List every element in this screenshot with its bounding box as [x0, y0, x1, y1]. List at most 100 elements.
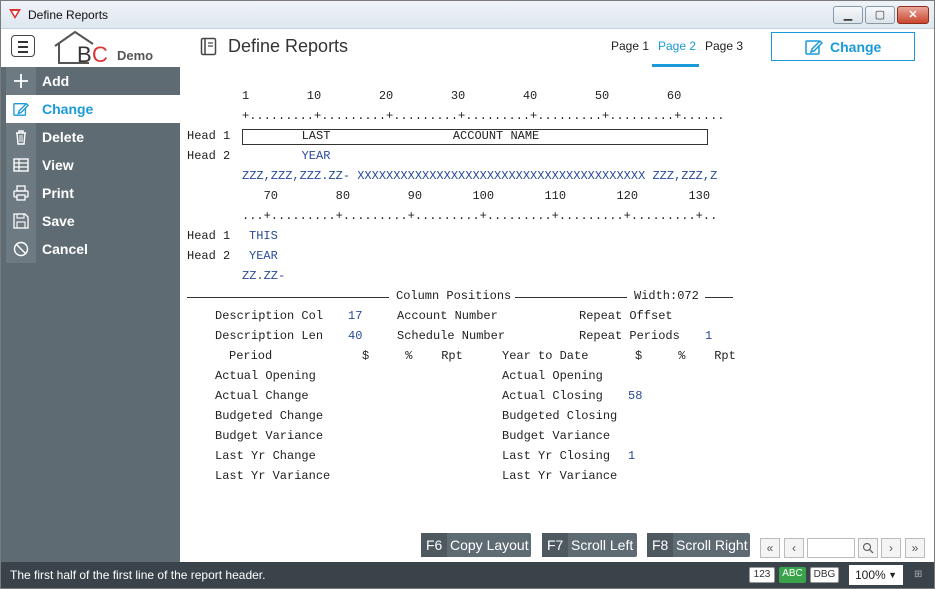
sidebar-item-cancel[interactable]: Cancel	[6, 235, 180, 263]
sidebar-item-change[interactable]: Change	[6, 95, 180, 123]
search-button[interactable]	[858, 538, 878, 558]
head-1-value: LAST ACCOUNT NAME	[244, 129, 540, 143]
maximize-icon: ▢	[874, 9, 886, 21]
function-key-text: Copy Layout	[450, 537, 529, 553]
period-row-label: Actual Opening	[215, 369, 316, 383]
app-header: B C Demo Define Reports Page 1 Page 2 Pa…	[1, 29, 934, 67]
logo-c: C	[92, 42, 108, 65]
house-logo-icon: B C	[54, 30, 108, 67]
sidebar-item-label: Delete	[42, 129, 85, 145]
sidebar-item-label: View	[42, 157, 74, 173]
maximize-button[interactable]: ▢	[865, 6, 895, 24]
tab-page-2[interactable]: Page 2	[658, 39, 696, 53]
chevron-left-icon: ‹	[792, 541, 796, 555]
column-ruler-ticks: +.........+.........+.........+.........…	[242, 109, 725, 123]
double-chevron-left-icon: «	[766, 541, 774, 555]
book-icon	[200, 37, 217, 56]
sidebar-item-label: Change	[42, 101, 94, 117]
change-mode-button[interactable]: Change	[771, 32, 915, 61]
cancel-icon	[13, 241, 29, 257]
scroll-right-button[interactable]: F8 Scroll Right	[647, 533, 750, 557]
company-logo: B C Demo	[53, 29, 173, 67]
menu-icon	[18, 41, 28, 43]
sidebar-item-save[interactable]: Save	[6, 207, 180, 235]
function-key-label: F7	[542, 533, 569, 557]
chevron-down-icon: ▼	[888, 570, 897, 580]
description-col-label: Description Col	[215, 309, 324, 323]
search-icon	[862, 542, 874, 554]
scroll-left-button[interactable]: F7 Scroll Left	[542, 533, 637, 557]
sidebar-item-label: Print	[42, 185, 74, 201]
repeat-periods-value[interactable]: 1	[705, 329, 712, 343]
ytd-row-label: Actual Closing	[502, 389, 603, 403]
repeat-periods-label: Repeat Periods	[579, 329, 680, 343]
double-chevron-right-icon: »	[911, 541, 919, 555]
function-key-label: F6	[421, 533, 448, 557]
head-2-value[interactable]: YEAR	[244, 149, 331, 163]
description-len-value[interactable]: 40	[348, 329, 362, 343]
printer-icon	[13, 185, 29, 201]
ytd-row-label: Budget Variance	[502, 429, 611, 443]
sidebar-item-delete[interactable]: Delete	[6, 123, 180, 151]
account-number-label: Account Number	[397, 309, 498, 323]
previous-record-button[interactable]: ‹	[784, 538, 804, 558]
logo-demo-label: Demo	[117, 48, 154, 63]
period-row-label: Budget Variance	[215, 429, 324, 443]
sidebar-item-label: Cancel	[42, 241, 88, 257]
plus-icon	[14, 74, 28, 88]
head-1-label: Head 1	[187, 129, 231, 143]
last-record-button[interactable]: »	[905, 538, 925, 558]
tab-page-3[interactable]: Page 3	[705, 39, 743, 53]
description-col-value[interactable]: 17	[348, 309, 362, 323]
edit-icon	[13, 102, 29, 116]
menu-button[interactable]	[11, 35, 35, 57]
trash-icon	[16, 130, 26, 145]
column-ruler-ticks-2: ...+.........+.........+.........+......…	[242, 209, 718, 223]
next-record-button[interactable]: ›	[881, 538, 901, 558]
head-2-label: Head 2	[187, 149, 231, 163]
ytd-header: Year to Date	[502, 349, 589, 363]
function-key-text: Scroll Right	[676, 537, 748, 553]
debug-badge[interactable]: DBG	[810, 567, 839, 583]
function-key-text: Scroll Left	[571, 537, 634, 553]
sample-print-line: ZZZ,ZZZ,ZZZ.ZZ- XXXXXXXXXXXXXXXXXXXXXXXX…	[242, 169, 718, 183]
ytd-row-label: Actual Opening	[502, 369, 603, 383]
head-2-value-2[interactable]: YEAR	[249, 249, 278, 263]
sidebar-item-print[interactable]: Print	[6, 179, 180, 207]
record-search-input[interactable]	[807, 538, 855, 558]
first-record-button[interactable]: «	[760, 538, 780, 558]
close-icon: ✕	[908, 9, 918, 21]
tab-page-1[interactable]: Page 1	[611, 39, 649, 53]
period-columns-header: $ % Rpt	[362, 349, 463, 363]
window-title: Define Reports	[28, 8, 109, 22]
resize-grip-icon[interactable]: ⊞	[914, 569, 922, 580]
logo-b: B	[77, 42, 92, 65]
numeric-mode-badge[interactable]: 123	[749, 567, 775, 583]
period-row-label: Last Yr Variance	[215, 469, 331, 483]
description-len-label: Description Len	[215, 329, 324, 343]
width-indicator: Width:072	[634, 289, 699, 303]
schedule-number-label: Schedule Number	[397, 329, 506, 343]
caps-mode-badge[interactable]: ABC	[779, 567, 806, 583]
minimize-button[interactable]: ▁	[833, 6, 863, 24]
sidebar-item-view[interactable]: View	[6, 151, 180, 179]
head-1-value-2[interactable]: THIS	[249, 229, 278, 243]
title-bar: Define Reports ▁ ▢ ✕	[1, 1, 934, 29]
sidebar-item-add[interactable]: Add	[6, 67, 180, 95]
period-row-label: Budgeted Change	[215, 409, 324, 423]
application-window: Define Reports ▁ ▢ ✕ B C Demo Define Rep…	[0, 0, 935, 589]
head-1-label-2: Head 1	[187, 229, 231, 243]
minimize-icon: ▁	[843, 9, 853, 21]
ytd-last-yr-closing-value[interactable]: 1	[628, 449, 635, 463]
status-bar: The first half of the first line of the …	[1, 562, 934, 588]
section-divider	[705, 297, 733, 298]
column-positions-title: Column Positions	[396, 289, 512, 303]
ytd-actual-closing-value[interactable]: 58	[628, 389, 642, 403]
head-2-label-2: Head 2	[187, 249, 231, 263]
close-button[interactable]: ✕	[897, 6, 929, 24]
save-icon	[13, 213, 29, 229]
report-layout-editor: 1 10 20 30 40 50 60 +.........+.........…	[180, 67, 934, 562]
zoom-select[interactable]: 100% ▼	[849, 565, 903, 585]
copy-layout-button[interactable]: F6 Copy Layout	[421, 533, 531, 557]
ytd-row-label: Last Yr Closing	[502, 449, 611, 463]
